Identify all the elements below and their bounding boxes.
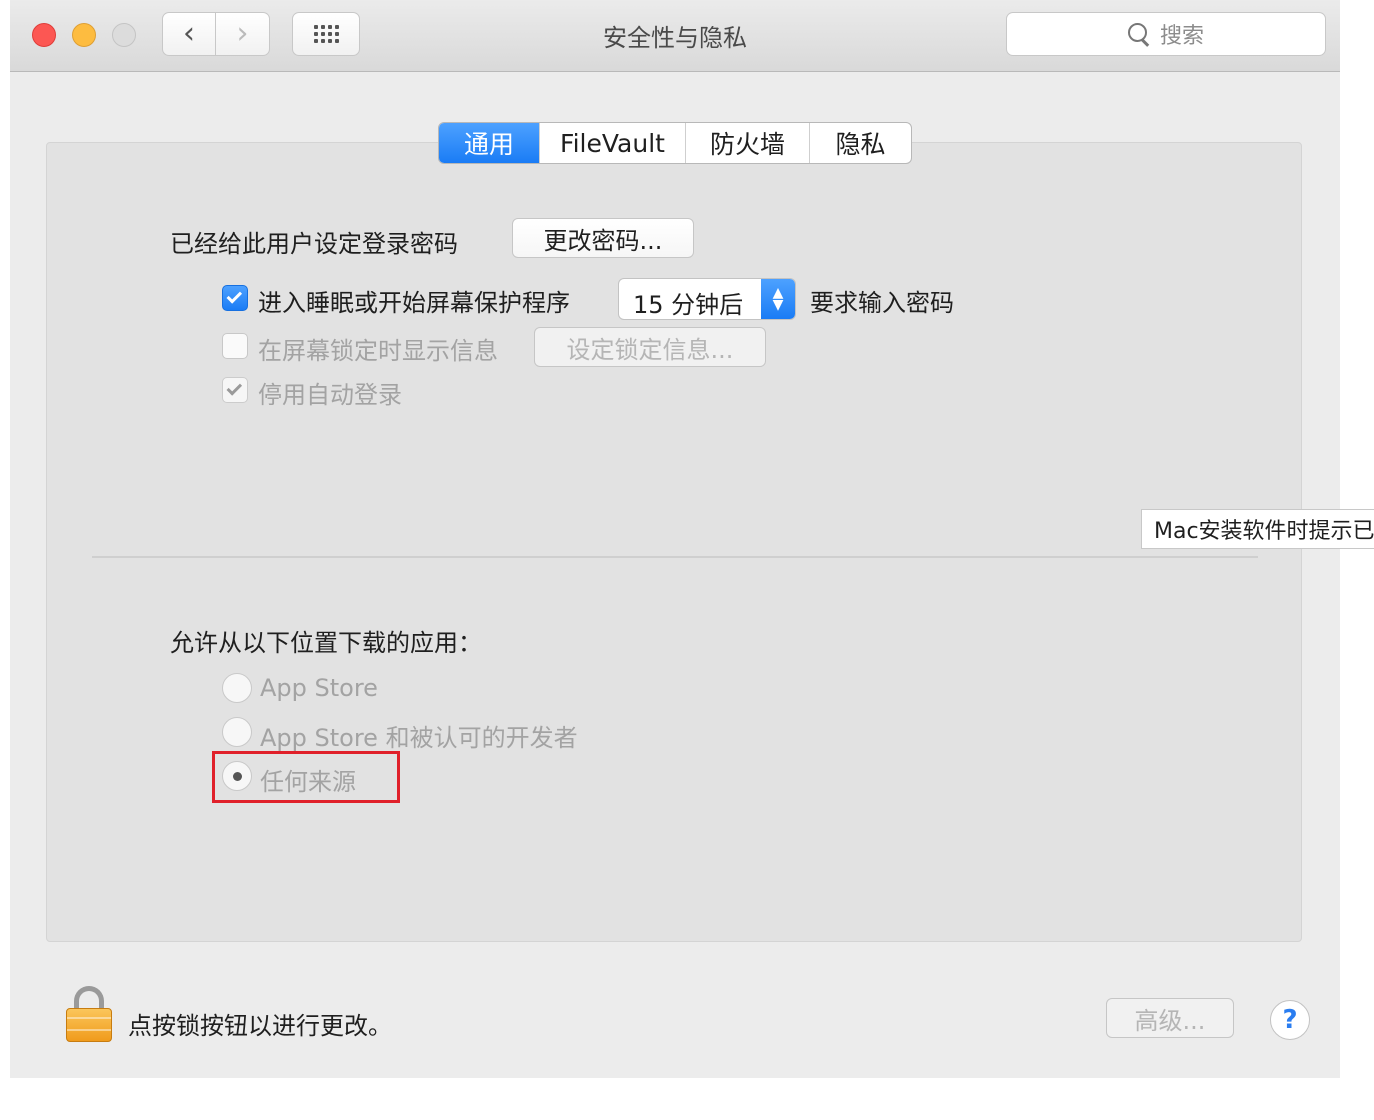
require-password-label: 进入睡眠或开始屏幕保护程序 [258, 289, 570, 317]
highlight-box [212, 751, 400, 803]
help-icon: ? [1282, 1005, 1298, 1035]
help-button[interactable]: ? [1270, 1000, 1310, 1040]
radio-app-store-identified[interactable] [222, 717, 252, 747]
change-password-button[interactable]: 更改密码... [512, 218, 694, 258]
password-delay-select[interactable]: 15 分钟后 ▲ ▼ [618, 278, 796, 320]
lock-icon[interactable] [66, 986, 112, 1042]
stepper-arrows-icon: ▲ ▼ [761, 279, 795, 319]
set-lock-message-button[interactable]: 设定锁定信息... [534, 327, 766, 367]
radio-app-store[interactable] [222, 673, 252, 703]
advanced-button[interactable]: 高级... [1106, 998, 1234, 1038]
password-set-label: 已经给此用户设定登录密码 [170, 230, 458, 258]
tooltip: Mac安装软件时提示已 [1141, 509, 1374, 549]
section-divider [92, 556, 1258, 558]
search-placeholder: 搜索 [1159, 24, 1204, 49]
tab-bar: 通用 FileVault 防火墙 隐私 [438, 122, 912, 164]
title-bar: ‹ › 安全性与隐私 搜索 [10, 0, 1340, 72]
lock-message-checkbox[interactable] [222, 333, 248, 359]
downloads-heading: 允许从以下位置下载的应用： [170, 629, 482, 657]
search-icon [1127, 23, 1150, 45]
tab-general[interactable]: 通用 [439, 123, 539, 163]
lock-instruction-text: 点按锁按钮以进行更改。 [128, 1012, 392, 1040]
content-panel [46, 142, 1302, 942]
require-password-suffix: 要求输入密码 [810, 289, 954, 317]
radio-app-store-identified-label: App Store 和被认可的开发者 [260, 724, 578, 752]
search-field[interactable]: 搜索 [1006, 12, 1326, 56]
checkmark-icon [226, 380, 243, 396]
checkmark-icon [226, 288, 243, 304]
lock-message-label: 在屏幕锁定时显示信息 [258, 337, 498, 365]
tab-privacy[interactable]: 隐私 [809, 123, 911, 163]
require-password-checkbox[interactable] [222, 285, 248, 311]
tab-filevault[interactable]: FileVault [539, 123, 685, 163]
password-delay-value: 15 分钟后 [633, 291, 744, 319]
disable-auto-login-label: 停用自动登录 [258, 381, 402, 409]
radio-app-store-label: App Store [260, 674, 378, 702]
disable-auto-login-checkbox[interactable] [222, 377, 248, 403]
tab-firewall[interactable]: 防火墙 [685, 123, 809, 163]
